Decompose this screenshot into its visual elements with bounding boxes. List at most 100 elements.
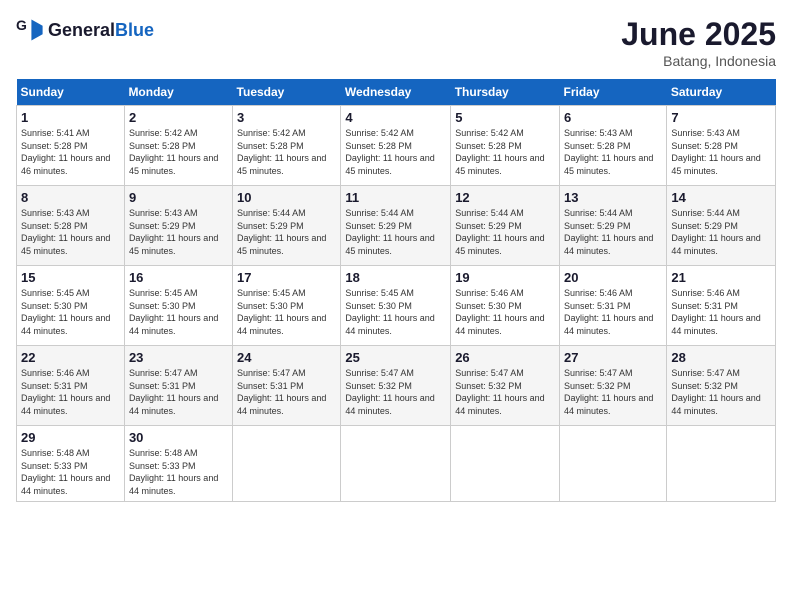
day-info: Sunrise: 5:48 AMSunset: 5:33 PMDaylight:… [129, 448, 218, 496]
day-info: Sunrise: 5:41 AMSunset: 5:28 PMDaylight:… [21, 128, 110, 176]
day-info: Sunrise: 5:42 AMSunset: 5:28 PMDaylight:… [129, 128, 218, 176]
calendar-cell [341, 426, 451, 502]
calendar-cell: 29 Sunrise: 5:48 AMSunset: 5:33 PMDayligh… [17, 426, 125, 502]
calendar-cell [667, 426, 776, 502]
calendar-cell: 9 Sunrise: 5:43 AMSunset: 5:29 PMDaylight… [124, 186, 232, 266]
logo-general: General [48, 20, 115, 41]
col-friday: Friday [560, 79, 667, 106]
day-info: Sunrise: 5:45 AMSunset: 5:30 PMDaylight:… [345, 288, 434, 336]
calendar-cell: 16 Sunrise: 5:45 AMSunset: 5:30 PMDayligh… [124, 266, 232, 346]
day-info: Sunrise: 5:46 AMSunset: 5:31 PMDaylight:… [671, 288, 760, 336]
day-info: Sunrise: 5:42 AMSunset: 5:28 PMDaylight:… [237, 128, 326, 176]
calendar-cell: 6 Sunrise: 5:43 AMSunset: 5:28 PMDaylight… [560, 106, 667, 186]
logo-blue: Blue [115, 20, 154, 41]
day-info: Sunrise: 5:47 AMSunset: 5:32 PMDaylight:… [564, 368, 653, 416]
day-number: 9 [129, 190, 228, 205]
day-info: Sunrise: 5:43 AMSunset: 5:28 PMDaylight:… [671, 128, 760, 176]
day-info: Sunrise: 5:47 AMSunset: 5:31 PMDaylight:… [129, 368, 218, 416]
day-number: 21 [671, 270, 771, 285]
calendar-cell: 22Sunrise: 5:46 AMSunset: 5:31 PMDayligh… [17, 346, 125, 426]
day-info: Sunrise: 5:42 AMSunset: 5:28 PMDaylight:… [345, 128, 434, 176]
col-sunday: Sunday [17, 79, 125, 106]
day-info: Sunrise: 5:47 AMSunset: 5:31 PMDaylight:… [237, 368, 326, 416]
day-info: Sunrise: 5:48 AMSunset: 5:33 PMDaylight:… [21, 448, 110, 496]
col-wednesday: Wednesday [341, 79, 451, 106]
calendar-cell: 18 Sunrise: 5:45 AMSunset: 5:30 PMDayligh… [341, 266, 451, 346]
day-info: Sunrise: 5:44 AMSunset: 5:29 PMDaylight:… [345, 208, 434, 256]
header-row: Sunday Monday Tuesday Wednesday Thursday… [17, 79, 776, 106]
calendar-table: Sunday Monday Tuesday Wednesday Thursday… [16, 79, 776, 502]
calendar-cell [560, 426, 667, 502]
day-number: 14 [671, 190, 771, 205]
calendar-cell: 30 Sunrise: 5:48 AMSunset: 5:33 PMDayligh… [124, 426, 232, 502]
day-number: 7 [671, 110, 771, 125]
day-info: Sunrise: 5:46 AMSunset: 5:30 PMDaylight:… [455, 288, 544, 336]
logo-icon: G [16, 16, 44, 44]
calendar-cell: 8 Sunrise: 5:43 AMSunset: 5:28 PMDaylight… [17, 186, 125, 266]
day-number: 30 [129, 430, 228, 445]
calendar-cell: 24Sunrise: 5:47 AMSunset: 5:31 PMDayligh… [233, 346, 341, 426]
day-info: Sunrise: 5:44 AMSunset: 5:29 PMDaylight:… [237, 208, 326, 256]
day-number: 26 [455, 350, 555, 365]
calendar-cell: 15 Sunrise: 5:45 AMSunset: 5:30 PMDayligh… [17, 266, 125, 346]
calendar-cell: 12 Sunrise: 5:44 AMSunset: 5:29 PMDayligh… [451, 186, 560, 266]
calendar-cell: 20 Sunrise: 5:46 AMSunset: 5:31 PMDayligh… [560, 266, 667, 346]
calendar-cell: 17Sunrise: 5:45 AMSunset: 5:30 PMDayligh… [233, 266, 341, 346]
day-info: Sunrise: 5:47 AMSunset: 5:32 PMDaylight:… [345, 368, 434, 416]
calendar-cell: 2 Sunrise: 5:42 AMSunset: 5:28 PMDaylight… [124, 106, 232, 186]
day-number: 12 [455, 190, 555, 205]
day-number: 18 [345, 270, 446, 285]
col-saturday: Saturday [667, 79, 776, 106]
day-number: 29 [21, 430, 120, 445]
day-number: 28 [671, 350, 771, 365]
col-thursday: Thursday [451, 79, 560, 106]
calendar-cell: 10Sunrise: 5:44 AMSunset: 5:29 PMDayligh… [233, 186, 341, 266]
calendar-cell: 1 Sunrise: 5:41 AMSunset: 5:28 PMDaylight… [17, 106, 125, 186]
day-number: 17 [237, 270, 336, 285]
day-number: 20 [564, 270, 662, 285]
calendar-cell: 7 Sunrise: 5:43 AMSunset: 5:28 PMDaylight… [667, 106, 776, 186]
day-info: Sunrise: 5:45 AMSunset: 5:30 PMDaylight:… [21, 288, 110, 336]
calendar-cell [233, 426, 341, 502]
day-number: 15 [21, 270, 120, 285]
month-year-title: June 2025 [621, 16, 776, 53]
day-info: Sunrise: 5:44 AMSunset: 5:29 PMDaylight:… [671, 208, 760, 256]
day-number: 27 [564, 350, 662, 365]
calendar-cell: 21 Sunrise: 5:46 AMSunset: 5:31 PMDayligh… [667, 266, 776, 346]
day-number: 11 [345, 190, 446, 205]
day-number: 13 [564, 190, 662, 205]
calendar-cell: 23Sunrise: 5:47 AMSunset: 5:31 PMDayligh… [124, 346, 232, 426]
day-info: Sunrise: 5:46 AMSunset: 5:31 PMDaylight:… [21, 368, 110, 416]
day-info: Sunrise: 5:47 AMSunset: 5:32 PMDaylight:… [671, 368, 760, 416]
calendar-cell: 27 Sunrise: 5:47 AMSunset: 5:32 PMDayligh… [560, 346, 667, 426]
calendar-cell: 5 Sunrise: 5:42 AMSunset: 5:28 PMDaylight… [451, 106, 560, 186]
day-info: Sunrise: 5:46 AMSunset: 5:31 PMDaylight:… [564, 288, 653, 336]
day-info: Sunrise: 5:43 AMSunset: 5:28 PMDaylight:… [21, 208, 110, 256]
calendar-cell: 25Sunrise: 5:47 AMSunset: 5:32 PMDayligh… [341, 346, 451, 426]
day-number: 19 [455, 270, 555, 285]
location-subtitle: Batang, Indonesia [621, 53, 776, 69]
page-header: G General Blue June 2025 Batang, Indones… [16, 16, 776, 69]
day-info: Sunrise: 5:43 AMSunset: 5:29 PMDaylight:… [129, 208, 218, 256]
calendar-cell: 3 Sunrise: 5:42 AMSunset: 5:28 PMDaylight… [233, 106, 341, 186]
calendar-cell: 19 Sunrise: 5:46 AMSunset: 5:30 PMDayligh… [451, 266, 560, 346]
day-number: 6 [564, 110, 662, 125]
calendar-cell: 4 Sunrise: 5:42 AMSunset: 5:28 PMDaylight… [341, 106, 451, 186]
day-number: 3 [237, 110, 336, 125]
calendar-cell: 26Sunrise: 5:47 AMSunset: 5:32 PMDayligh… [451, 346, 560, 426]
day-info: Sunrise: 5:45 AMSunset: 5:30 PMDaylight:… [129, 288, 218, 336]
day-number: 16 [129, 270, 228, 285]
svg-text:G: G [16, 17, 27, 33]
day-number: 4 [345, 110, 446, 125]
calendar-cell: 14 Sunrise: 5:44 AMSunset: 5:29 PMDayligh… [667, 186, 776, 266]
day-number: 8 [21, 190, 120, 205]
day-info: Sunrise: 5:44 AMSunset: 5:29 PMDaylight:… [564, 208, 653, 256]
calendar-cell: 28 Sunrise: 5:47 AMSunset: 5:32 PMDayligh… [667, 346, 776, 426]
calendar-cell: 13 Sunrise: 5:44 AMSunset: 5:29 PMDayligh… [560, 186, 667, 266]
day-info: Sunrise: 5:42 AMSunset: 5:28 PMDaylight:… [455, 128, 544, 176]
day-number: 5 [455, 110, 555, 125]
day-info: Sunrise: 5:44 AMSunset: 5:29 PMDaylight:… [455, 208, 544, 256]
day-number: 1 [21, 110, 120, 125]
day-number: 2 [129, 110, 228, 125]
day-info: Sunrise: 5:43 AMSunset: 5:28 PMDaylight:… [564, 128, 653, 176]
